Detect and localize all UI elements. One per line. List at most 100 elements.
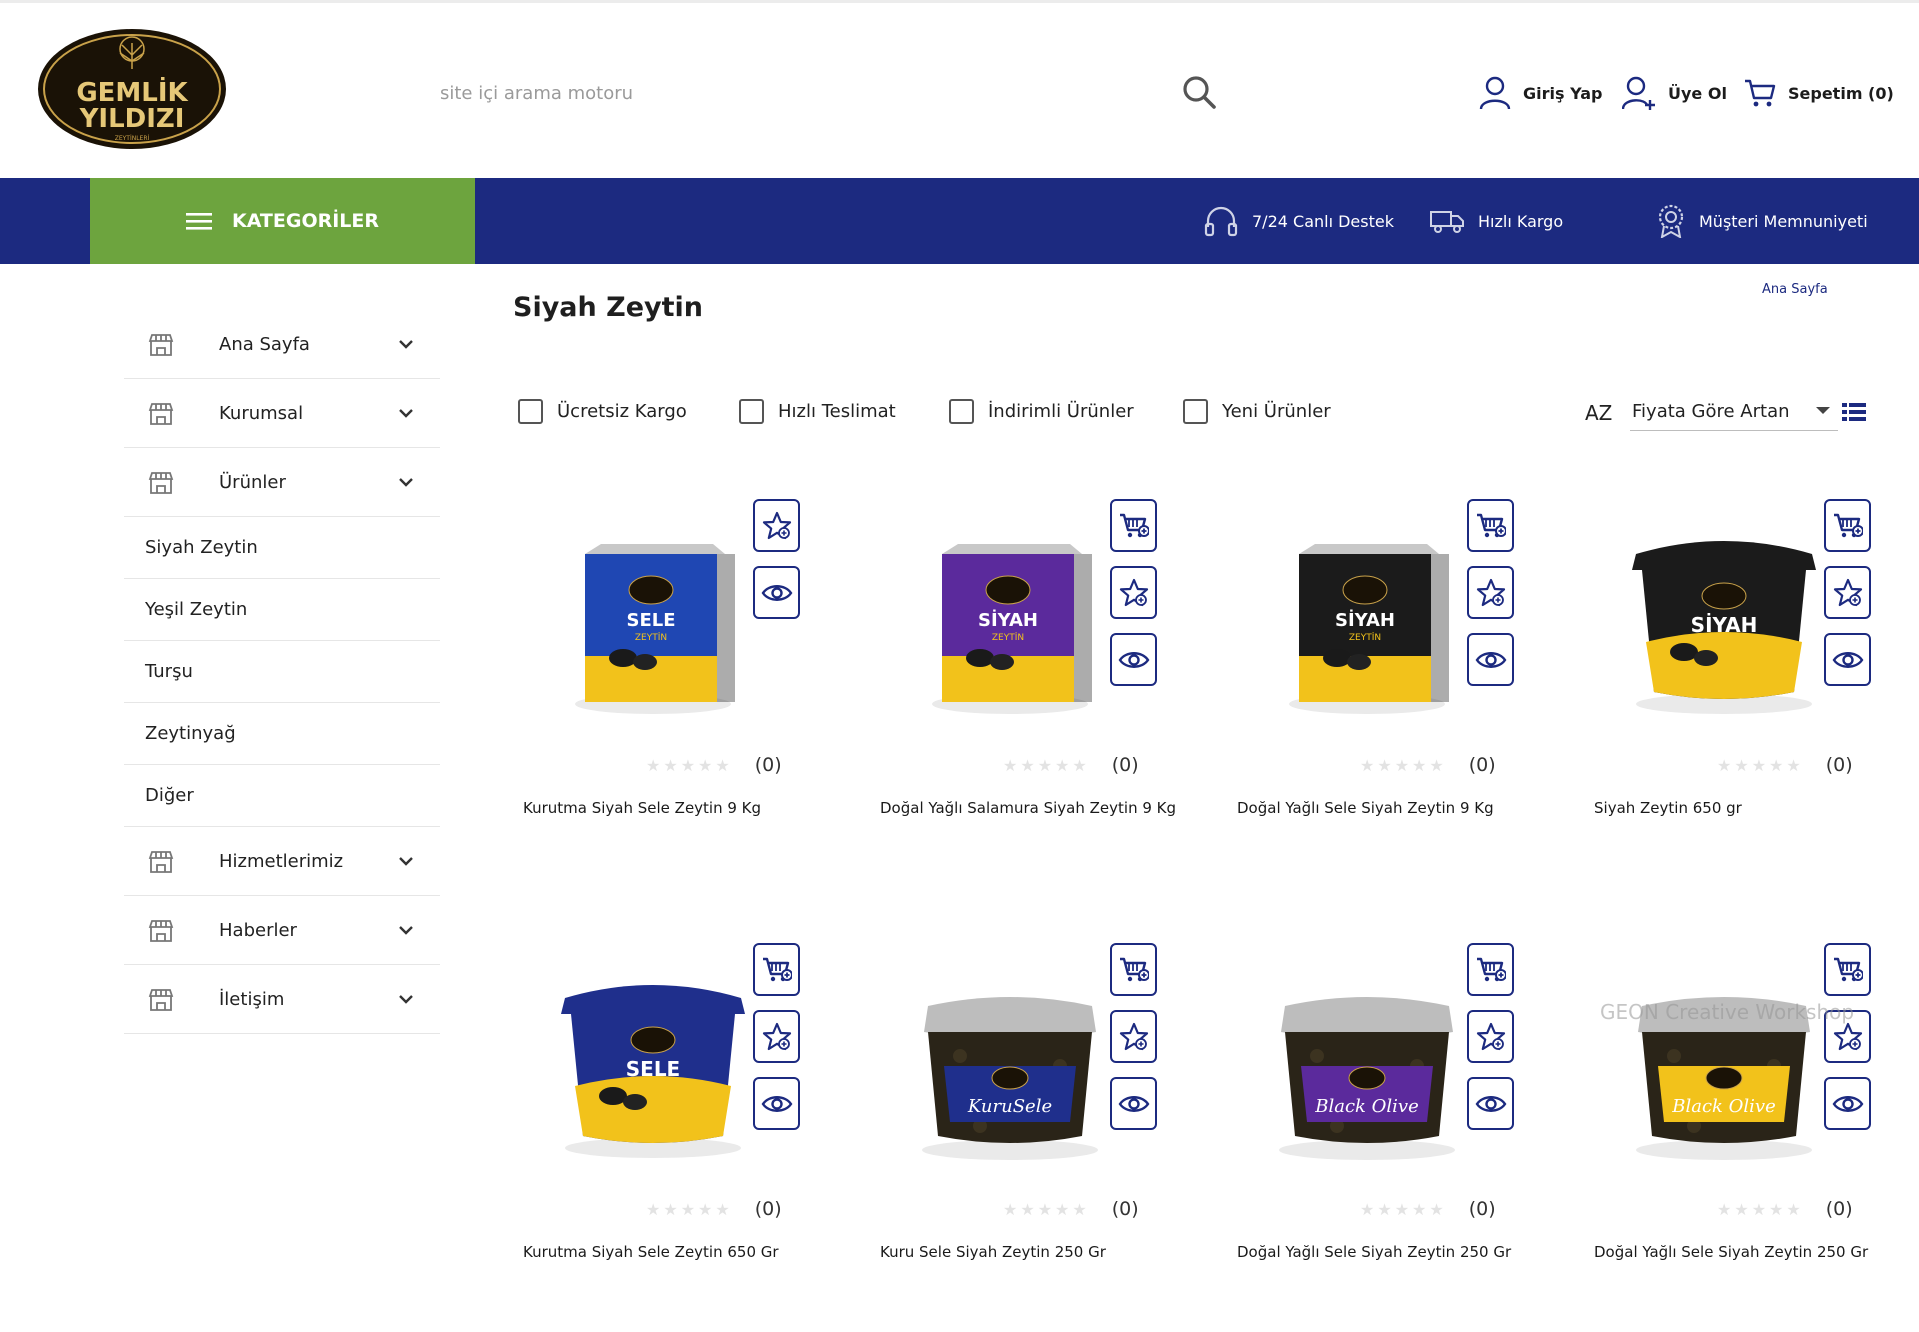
categories-button[interactable]: KATEGORİLER [90, 178, 475, 264]
quick-view-button[interactable] [1467, 633, 1514, 686]
rating-stars[interactable]: ★★★★★ [646, 1200, 733, 1219]
sidebar-subitem-green-olive[interactable]: Yeşil Zeytin [124, 579, 440, 641]
chevron-down-icon[interactable] [398, 924, 414, 936]
add-to-cart-button[interactable] [1110, 499, 1157, 552]
sidebar-item-contact[interactable]: İletişim [124, 965, 440, 1034]
gemlik-yildizi-logo[interactable]: GEMLİK YILDIZI ZEYTİNLERİ [36, 21, 228, 151]
sidebar-item-home[interactable]: Ana Sayfa [124, 310, 440, 379]
rating-stars[interactable]: ★★★★★ [1360, 756, 1447, 775]
product-image[interactable]: SİYAH ZEYTİN [870, 492, 1150, 762]
add-to-favorites-button[interactable] [1467, 566, 1514, 619]
product-card[interactable]: SELE ZEYTİN ★★★★★ (0) Kurutma Siyah Sele Zey… [513, 492, 843, 912]
add-to-favorites-button[interactable] [753, 1010, 800, 1063]
search-icon[interactable] [1181, 74, 1217, 110]
add-to-favorites-button[interactable] [1110, 566, 1157, 619]
product-name[interactable]: Kurutma Siyah Sele Zeytin 9 Kg [523, 794, 823, 822]
add-to-cart-button[interactable] [1110, 943, 1157, 996]
chevron-down-icon[interactable] [398, 993, 414, 1005]
product-name[interactable]: Doğal Yağlı Sele Siyah Zeytin 250 Gr [1594, 1238, 1894, 1266]
sidebar-item-corporate[interactable]: Kurumsal [124, 379, 440, 448]
sidebar-item-products[interactable]: Ürünler [124, 448, 440, 517]
product-image[interactable]: SELE ZEYTİN [513, 492, 793, 762]
product-card[interactable]: SELE ★★★★★ (0) Kurutma Siyah Sele Zeytin 65… [513, 936, 843, 1332]
sort-select[interactable]: Fiyata Göre Artan [1630, 393, 1838, 431]
checkbox[interactable] [739, 398, 764, 424]
sidebar-subitem-pickle[interactable]: Turşu [124, 641, 440, 703]
add-to-cart-button[interactable] [1824, 499, 1871, 552]
add-to-cart-button[interactable] [1467, 943, 1514, 996]
product-card[interactable]: Black Olive ★★★★★ (0) Doğal Yağlı Sele Siya… [1584, 936, 1914, 1332]
product-rating: ★★★★★ (0) [1003, 754, 1139, 776]
add-to-favorites-button[interactable] [753, 499, 800, 552]
sidebar-subitem-other[interactable]: Diğer [124, 765, 440, 827]
sidebar-subitem-olive-oil[interactable]: Zeytinyağ [124, 703, 440, 765]
rating-stars[interactable]: ★★★★★ [1717, 1200, 1804, 1219]
quick-view-button[interactable] [1824, 633, 1871, 686]
quick-view-button[interactable] [1467, 1077, 1514, 1130]
product-image[interactable]: Black Olive [1227, 936, 1507, 1206]
checkbox[interactable] [1183, 398, 1208, 424]
chevron-down-icon[interactable] [398, 407, 414, 419]
product-image[interactable]: KuruSele [870, 936, 1150, 1206]
product-image[interactable]: SİYAH [1584, 492, 1864, 762]
cart-link[interactable]: Sepetim (0) [1744, 73, 1894, 113]
list-view-icon[interactable] [1842, 402, 1866, 422]
rating-stars[interactable]: ★★★★★ [1717, 756, 1804, 775]
register-link[interactable]: Üye Ol [1622, 73, 1727, 113]
product-name[interactable]: Kuru Sele Siyah Zeytin 250 Gr [880, 1238, 1180, 1266]
product-card[interactable]: SİYAH ★★★★★ (0) Siyah Zeytin 650 gr [1584, 492, 1914, 912]
login-link[interactable]: Giriş Yap [1479, 73, 1602, 113]
product-name[interactable]: Siyah Zeytin 650 gr [1594, 794, 1894, 822]
feature-shipping-label: Hızlı Kargo [1478, 211, 1564, 231]
quick-view-button[interactable] [1110, 633, 1157, 686]
sort-value: Fiyata Göre Artan [1632, 401, 1790, 422]
rating-stars[interactable]: ★★★★★ [646, 756, 733, 775]
rating-stars[interactable]: ★★★★★ [1003, 1200, 1090, 1219]
product-name[interactable]: Doğal Yağlı Salamura Siyah Zeytin 9 Kg [880, 794, 1180, 822]
checkbox[interactable] [949, 398, 974, 424]
sidebar-item-label: Ürünler [219, 471, 286, 493]
svg-text:SİYAH: SİYAH [1691, 613, 1758, 637]
quick-view-eye-icon [1118, 1095, 1149, 1112]
store-icon [148, 334, 174, 356]
quick-view-button[interactable] [753, 1077, 800, 1130]
quick-view-button[interactable] [753, 566, 800, 619]
checkbox[interactable] [518, 398, 543, 424]
breadcrumb-home[interactable]: Ana Sayfa [1762, 282, 1828, 297]
sidebar-subitem-black-olive[interactable]: Siyah Zeytin [124, 517, 440, 579]
chevron-down-icon[interactable] [398, 338, 414, 350]
rating-stars[interactable]: ★★★★★ [1360, 1200, 1447, 1219]
add-to-cart-button[interactable] [1824, 943, 1871, 996]
quick-view-button[interactable] [1824, 1077, 1871, 1130]
product-image[interactable]: Black Olive [1584, 936, 1864, 1206]
sidebar-item-news[interactable]: Haberler [124, 896, 440, 965]
rating-stars[interactable]: ★★★★★ [1003, 756, 1090, 775]
sidebar-item-services[interactable]: Hizmetlerimiz [124, 827, 440, 896]
product-card[interactable]: KuruSele ★★★★★ (0) Kuru Sele Siyah Zeytin 2… [870, 936, 1200, 1332]
user-plus-icon [1622, 76, 1655, 110]
add-to-cart-icon [1119, 513, 1149, 537]
product-name[interactable]: Doğal Yağlı Sele Siyah Zeytin 250 Gr [1237, 1238, 1537, 1266]
filter-new[interactable]: Yeni Ürünler [1183, 396, 1331, 426]
filter-fast-delivery[interactable]: Hızlı Teslimat [739, 396, 896, 426]
search-input[interactable] [420, 63, 1220, 123]
product-image[interactable]: SİYAH ZEYTİN [1227, 492, 1507, 762]
product-card[interactable]: SİYAH ZEYTİN ★★★★★ (0) Doğal Yağlı Salamura … [870, 492, 1200, 912]
product-card[interactable]: SİYAH ZEYTİN ★★★★★ (0) Doğal Yağlı Sele Siya… [1227, 492, 1557, 912]
product-name[interactable]: Kurutma Siyah Sele Zeytin 650 Gr [523, 1238, 823, 1266]
sidebar-item-label: Kurumsal [219, 402, 304, 424]
add-to-favorites-button[interactable] [1467, 1010, 1514, 1063]
chevron-down-icon[interactable] [398, 855, 414, 867]
add-to-cart-button[interactable] [753, 943, 800, 996]
product-card[interactable]: Black Olive ★★★★★ (0) Doğal Yağlı Sele Siya… [1227, 936, 1557, 1332]
add-to-favorites-button[interactable] [1110, 1010, 1157, 1063]
filter-discounted[interactable]: İndirimli Ürünler [949, 396, 1134, 426]
add-to-favorites-button[interactable] [1824, 566, 1871, 619]
filter-free-shipping[interactable]: Ücretsiz Kargo [518, 396, 687, 426]
quick-view-button[interactable] [1110, 1077, 1157, 1130]
product-image[interactable]: SELE [513, 936, 793, 1206]
add-to-cart-button[interactable] [1467, 499, 1514, 552]
favorite-star-icon [1476, 1022, 1505, 1050]
product-name[interactable]: Doğal Yağlı Sele Siyah Zeytin 9 Kg [1237, 794, 1537, 822]
chevron-down-icon[interactable] [398, 476, 414, 488]
